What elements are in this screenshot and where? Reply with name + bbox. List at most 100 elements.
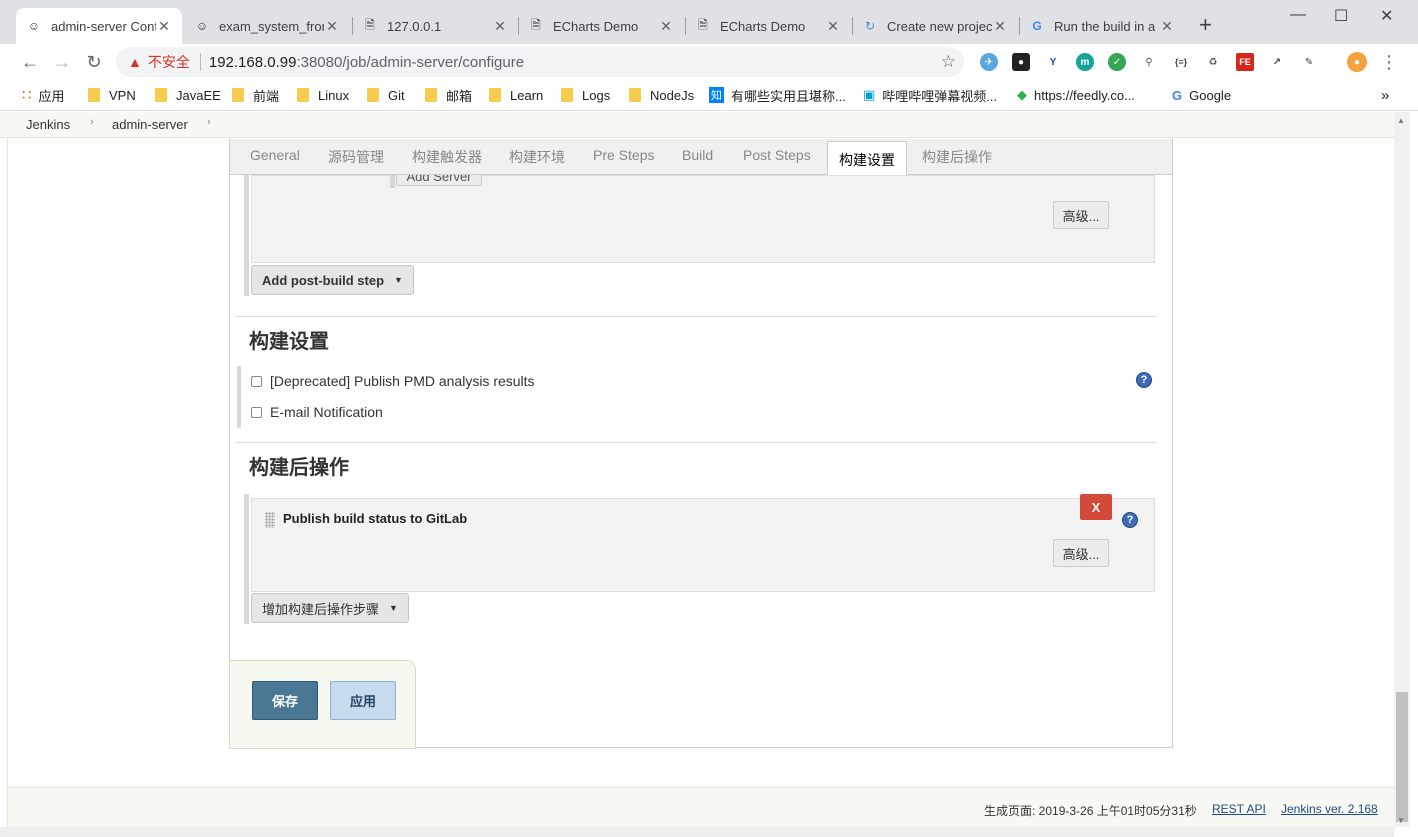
menu-kebab-icon[interactable]: ⋮ — [1376, 49, 1402, 75]
help-icon[interactable]: ? — [1122, 512, 1138, 528]
add-post-build-action-button[interactable]: 增加构建后操作步骤 ▼ — [251, 593, 409, 623]
bookmark-folder[interactable]: Logs — [561, 85, 610, 105]
tab-pre-steps[interactable]: Pre Steps — [593, 147, 654, 163]
breadcrumb-job[interactable]: admin-server — [112, 117, 188, 132]
bookmark-folder[interactable]: 邮箱 — [425, 85, 472, 105]
jenkins-version-link[interactable]: Jenkins ver. 2.168 — [1281, 802, 1378, 816]
advanced-button[interactable]: 高级... — [1053, 201, 1109, 229]
bookmark-folder[interactable]: Linux — [297, 85, 349, 105]
tab-build[interactable]: Build — [682, 147, 713, 163]
scroll-down-arrow-icon[interactable]: ▼ — [1397, 816, 1405, 825]
bookmark-link[interactable]: ▣ 哔哩哔哩弹幕视频... — [863, 85, 997, 105]
folder-icon — [489, 88, 501, 102]
bookmark-folder[interactable]: NodeJs — [629, 85, 694, 105]
section-title-post-build: 构建后操作 — [249, 457, 349, 479]
breadcrumb-arrow-icon[interactable]: › — [207, 116, 211, 128]
maximize-icon[interactable]: ☐ — [1334, 6, 1348, 26]
add-post-build-action-label: 增加构建后操作步骤 — [262, 601, 380, 617]
close-icon[interactable]: ✕ — [825, 18, 841, 35]
bookmark-folder[interactable]: Git — [367, 85, 405, 105]
bookmarks-bar: ∷ 应用 VPN JavaEE 前端 Linux Git 邮箱 Learn Lo… — [0, 80, 1418, 111]
tab-build-settings[interactable]: 构建设置 — [827, 141, 907, 175]
extension-icon[interactable]: m — [1076, 53, 1094, 71]
delete-action-button[interactable]: X — [1080, 494, 1112, 520]
browser-tab[interactable]: 🗎 127.0.0.1 ✕ — [352, 8, 518, 44]
bookmark-star-icon[interactable]: ☆ — [941, 52, 956, 72]
minimize-icon[interactable]: — — [1290, 6, 1306, 24]
bookmark-link[interactable]: G Google — [1172, 85, 1231, 105]
extension-icon[interactable]: ● — [1012, 53, 1030, 71]
close-icon[interactable]: ✕ — [156, 18, 172, 35]
save-button[interactable]: 保存 — [252, 681, 318, 720]
eyedropper-icon[interactable]: ✎ — [1300, 53, 1318, 71]
browser-tab[interactable]: ↻ Create new project ✕ — [852, 8, 1018, 44]
bookmark-apps[interactable]: ∷ 应用 — [22, 85, 65, 105]
rest-api-link[interactable]: REST API — [1212, 802, 1266, 816]
browser-tab-active[interactable]: ☺ admin-server Config ✕ — [16, 8, 182, 44]
back-icon[interactable]: ← — [17, 49, 43, 75]
bookmark-link[interactable]: 知 有哪些实用且堪称... — [709, 85, 846, 105]
browser-tab[interactable]: 🗎 ECharts Demo ✕ — [518, 8, 684, 44]
tab-post-steps[interactable]: Post Steps — [743, 147, 811, 163]
tab-post-build[interactable]: 构建后操作 — [922, 147, 992, 167]
address-bar[interactable]: ▲ 不安全 192.168.0.99 :38080/job/admin-serv… — [116, 47, 964, 77]
checkbox-publish-pmd[interactable]: [Deprecated] Publish PMD analysis result… — [251, 373, 535, 389]
forward-icon[interactable]: → — [49, 49, 75, 75]
help-icon[interactable]: ? — [1136, 372, 1152, 388]
bookmarks-overflow-icon[interactable]: » — [1381, 85, 1389, 105]
extension-icon[interactable]: ↗ — [1268, 53, 1286, 71]
bookmark-folder[interactable]: Learn — [489, 85, 543, 105]
drag-handle-icon[interactable] — [265, 512, 275, 528]
url-path: :38080/job/admin-server/configure — [296, 53, 525, 71]
bookmark-label: https://feedly.co... — [1034, 87, 1135, 103]
advanced-button[interactable]: 高级... — [1053, 539, 1109, 567]
close-icon[interactable]: ✕ — [492, 18, 508, 35]
browser-tab[interactable]: G Run the build in a ✕ — [1019, 8, 1185, 44]
shield-icon[interactable]: ✓ — [1108, 53, 1126, 71]
config-tabbar: General 源码管理 构建触发器 构建环境 Pre Steps Build … — [229, 139, 1173, 175]
new-tab-button[interactable]: + — [1199, 14, 1212, 36]
extension-icon[interactable]: {≡} — [1172, 53, 1190, 71]
jenkins-icon: ☺ — [195, 19, 209, 33]
close-icon[interactable]: ✕ — [1159, 18, 1175, 35]
window-close-icon[interactable]: ✕ — [1380, 6, 1393, 26]
bookmark-label: Learn — [510, 87, 544, 103]
extension-icon[interactable]: ✈ — [980, 53, 998, 71]
close-icon[interactable]: ✕ — [658, 18, 674, 35]
tab-scm[interactable]: 源码管理 — [328, 147, 384, 167]
browser-tab[interactable]: ☺ exam_system_front ✕ — [184, 8, 350, 44]
bookmark-folder[interactable]: 前端 — [232, 85, 279, 105]
checkbox-email-notification[interactable]: E-mail Notification — [251, 404, 383, 420]
tab-title: ECharts Demo — [720, 18, 806, 34]
caret-down-icon: ▼ — [394, 275, 403, 285]
tab-environment[interactable]: 构建环境 — [509, 147, 565, 167]
extension-icon[interactable]: ⚲ — [1140, 53, 1158, 71]
tab-general[interactable]: General — [250, 147, 300, 163]
tab-title: admin-server Config — [51, 18, 156, 34]
bookmark-label: 哔哩哔哩弹幕视频... — [882, 88, 998, 104]
tab-triggers[interactable]: 构建触发器 — [412, 147, 482, 167]
bookmark-folder[interactable]: JavaEE — [155, 85, 221, 105]
add-post-build-step-button[interactable]: Add post-build step ▼ — [251, 265, 414, 295]
recycle-icon[interactable]: ♻ — [1204, 53, 1222, 71]
apply-button[interactable]: 应用 — [330, 681, 396, 720]
browser-tab[interactable]: 🗎 ECharts Demo ✕ — [685, 8, 851, 44]
close-icon[interactable]: ✕ — [992, 18, 1008, 35]
bookmark-folder[interactable]: VPN — [88, 85, 136, 105]
scrollbar-thumb[interactable] — [1396, 692, 1408, 822]
bookmark-link[interactable]: ◆ https://feedly.co... — [1017, 85, 1135, 105]
extension-icon[interactable]: FE — [1236, 53, 1254, 71]
scroll-up-arrow-icon[interactable]: ▲ — [1397, 116, 1405, 125]
breadcrumb-jenkins[interactable]: Jenkins — [26, 117, 70, 132]
section-indent-bar — [244, 175, 249, 296]
checkbox-box[interactable] — [251, 375, 262, 387]
avatar[interactable]: ● — [1347, 52, 1367, 72]
folder-icon — [425, 88, 437, 102]
reload-icon[interactable]: ↻ — [81, 49, 107, 75]
google-icon: G — [1032, 19, 1042, 33]
breadcrumb-arrow-icon[interactable]: › — [90, 116, 94, 128]
section-divider — [235, 442, 1157, 443]
checkbox-box[interactable] — [251, 406, 262, 418]
close-icon[interactable]: ✕ — [324, 18, 340, 35]
extension-icon[interactable]: Y — [1044, 53, 1062, 71]
